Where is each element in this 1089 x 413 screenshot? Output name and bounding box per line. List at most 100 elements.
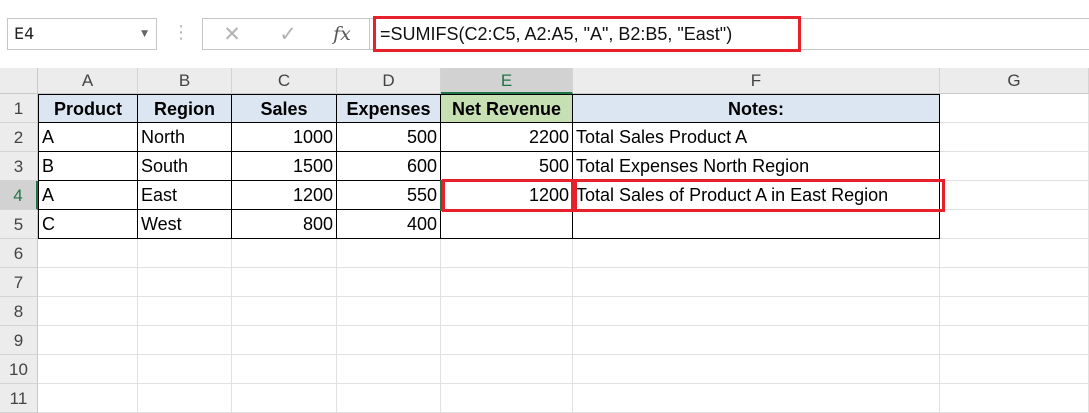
cell-e9[interactable] bbox=[441, 326, 573, 355]
cell-d4[interactable]: 550 bbox=[337, 181, 441, 210]
cell-b11[interactable] bbox=[138, 384, 232, 413]
name-box[interactable]: E4 ▼ bbox=[7, 18, 157, 50]
cell-a10[interactable] bbox=[38, 355, 138, 384]
cell-d2[interactable]: 500 bbox=[337, 123, 441, 152]
cell-a9[interactable] bbox=[38, 326, 138, 355]
cell-a7[interactable] bbox=[38, 268, 138, 297]
enter-icon[interactable]: ✓ bbox=[273, 19, 303, 49]
cell-f6[interactable] bbox=[573, 239, 940, 268]
column-header-a[interactable]: A bbox=[38, 68, 138, 94]
cell-f3[interactable]: Total Expenses North Region bbox=[573, 152, 940, 181]
cell-f10[interactable] bbox=[573, 355, 940, 384]
formula-input[interactable]: =SUMIFS(C2:C5, A2:A5, "A", B2:B5, "East"… bbox=[370, 18, 1089, 50]
cell-d10[interactable] bbox=[337, 355, 441, 384]
cell-f11[interactable] bbox=[573, 384, 940, 413]
cell-d6[interactable] bbox=[337, 239, 441, 268]
cell-g1[interactable] bbox=[940, 94, 1089, 123]
column-header-c[interactable]: C bbox=[232, 68, 337, 94]
cell-f5[interactable] bbox=[573, 210, 940, 239]
cell-a8[interactable] bbox=[38, 297, 138, 326]
cell-g5[interactable] bbox=[940, 210, 1089, 239]
cell-b6[interactable] bbox=[138, 239, 232, 268]
cell-e1[interactable]: Net Revenue bbox=[441, 94, 573, 123]
column-header-g[interactable]: G bbox=[940, 68, 1089, 94]
cell-a1[interactable]: Product bbox=[38, 94, 138, 123]
cell-e8[interactable] bbox=[441, 297, 573, 326]
cell-c2[interactable]: 1000 bbox=[232, 123, 337, 152]
cell-g9[interactable] bbox=[940, 326, 1089, 355]
row-header-5[interactable]: 5 bbox=[0, 210, 38, 239]
row-header-6[interactable]: 6 bbox=[0, 239, 38, 268]
cell-c4[interactable]: 1200 bbox=[232, 181, 337, 210]
cell-g10[interactable] bbox=[940, 355, 1089, 384]
insert-function-icon[interactable]: fx bbox=[327, 19, 357, 49]
cell-b5[interactable]: West bbox=[138, 210, 232, 239]
cell-b3[interactable]: South bbox=[138, 152, 232, 181]
row-header-7[interactable]: 7 bbox=[0, 268, 38, 297]
cell-f9[interactable] bbox=[573, 326, 940, 355]
column-header-f[interactable]: F bbox=[573, 68, 940, 94]
column-header-e[interactable]: E bbox=[441, 68, 573, 94]
cell-c3[interactable]: 1500 bbox=[232, 152, 337, 181]
cell-e2[interactable]: 2200 bbox=[441, 123, 573, 152]
cell-e11[interactable] bbox=[441, 384, 573, 413]
column-header-d[interactable]: D bbox=[337, 68, 441, 94]
row-header-9[interactable]: 9 bbox=[0, 326, 38, 355]
cell-f1[interactable]: Notes: bbox=[573, 94, 940, 123]
cell-f8[interactable] bbox=[573, 297, 940, 326]
cell-f4[interactable]: Total Sales of Product A in East Region bbox=[573, 181, 940, 210]
cell-e3[interactable]: 500 bbox=[441, 152, 573, 181]
cell-g3[interactable] bbox=[940, 152, 1089, 181]
column-header-b[interactable]: B bbox=[138, 68, 232, 94]
cell-g7[interactable] bbox=[940, 268, 1089, 297]
cell-e5[interactable] bbox=[441, 210, 573, 239]
cell-e7[interactable] bbox=[441, 268, 573, 297]
cell-a4[interactable]: A bbox=[38, 181, 138, 210]
cell-e4[interactable]: 1200 bbox=[441, 181, 573, 210]
cell-d1[interactable]: Expenses bbox=[337, 94, 441, 123]
cell-d11[interactable] bbox=[337, 384, 441, 413]
cell-d7[interactable] bbox=[337, 268, 441, 297]
cell-f7[interactable] bbox=[573, 268, 940, 297]
cell-g11[interactable] bbox=[940, 384, 1089, 413]
cell-b9[interactable] bbox=[138, 326, 232, 355]
cell-g4[interactable] bbox=[940, 181, 1089, 210]
cell-d3[interactable]: 600 bbox=[337, 152, 441, 181]
cell-g6[interactable] bbox=[940, 239, 1089, 268]
cell-d8[interactable] bbox=[337, 297, 441, 326]
row-header-2[interactable]: 2 bbox=[0, 123, 38, 152]
cell-b10[interactable] bbox=[138, 355, 232, 384]
chevron-down-icon[interactable]: ▼ bbox=[141, 19, 148, 49]
cell-c10[interactable] bbox=[232, 355, 337, 384]
row-header-11[interactable]: 11 bbox=[0, 384, 38, 413]
cell-a2[interactable]: A bbox=[38, 123, 138, 152]
cell-c11[interactable] bbox=[232, 384, 337, 413]
cell-c6[interactable] bbox=[232, 239, 337, 268]
row-header-10[interactable]: 10 bbox=[0, 355, 38, 384]
cell-c8[interactable] bbox=[232, 297, 337, 326]
cancel-icon[interactable]: ✕ bbox=[217, 19, 247, 49]
cell-a3[interactable]: B bbox=[38, 152, 138, 181]
cell-f2[interactable]: Total Sales Product A bbox=[573, 123, 940, 152]
cell-b8[interactable] bbox=[138, 297, 232, 326]
cell-d5[interactable]: 400 bbox=[337, 210, 441, 239]
cell-b2[interactable]: North bbox=[138, 123, 232, 152]
drag-handle-icon[interactable]: ⋮ bbox=[172, 22, 190, 44]
cell-d9[interactable] bbox=[337, 326, 441, 355]
cell-c7[interactable] bbox=[232, 268, 337, 297]
cell-b1[interactable]: Region bbox=[138, 94, 232, 123]
select-all-corner[interactable] bbox=[0, 68, 38, 94]
cell-a6[interactable] bbox=[38, 239, 138, 268]
cell-a11[interactable] bbox=[38, 384, 138, 413]
cell-b4[interactable]: East bbox=[138, 181, 232, 210]
row-header-4[interactable]: 4 bbox=[0, 181, 38, 210]
cell-c1[interactable]: Sales bbox=[232, 94, 337, 123]
cell-a5[interactable]: C bbox=[38, 210, 138, 239]
cell-g2[interactable] bbox=[940, 123, 1089, 152]
cell-e10[interactable] bbox=[441, 355, 573, 384]
cell-b7[interactable] bbox=[138, 268, 232, 297]
row-header-3[interactable]: 3 bbox=[0, 152, 38, 181]
row-header-8[interactable]: 8 bbox=[0, 297, 38, 326]
cell-g8[interactable] bbox=[940, 297, 1089, 326]
cell-e6[interactable] bbox=[441, 239, 573, 268]
